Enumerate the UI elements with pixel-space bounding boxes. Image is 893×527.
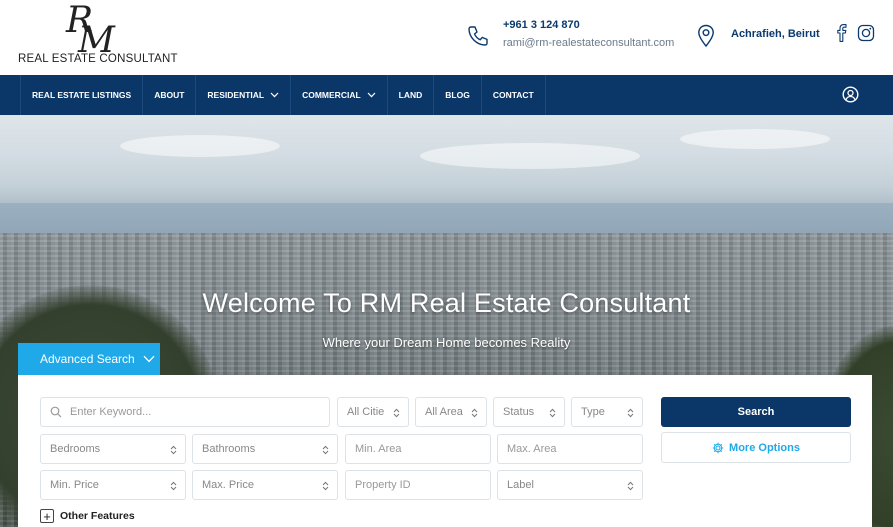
phone-icon (468, 26, 488, 46)
select-arrows-icon (549, 408, 556, 418)
select-arrows-icon (393, 408, 400, 418)
nav-item-label: REAL ESTATE LISTINGS (32, 90, 132, 100)
nav-item-label: LAND (398, 90, 423, 100)
phone-number[interactable]: +961 3 124 870 (503, 19, 580, 31)
search-button[interactable]: Search (661, 397, 851, 427)
plus-icon: + (40, 509, 54, 523)
nav-item-label: ABOUT (154, 90, 185, 100)
advanced-search-tab[interactable]: Advanced Search (18, 343, 160, 375)
max-area-text-input[interactable] (507, 435, 642, 463)
nav-item-land[interactable]: LAND (388, 75, 435, 115)
label-select-value: Label (507, 479, 534, 491)
bathrooms-select-value: Bathrooms (202, 443, 256, 455)
keyword-input[interactable] (40, 397, 330, 427)
more-options-button[interactable]: More Options (661, 432, 851, 463)
keyword-text-input[interactable] (70, 398, 329, 426)
magnifier-icon (50, 406, 62, 418)
nav-item-label: COMMERCIAL (302, 90, 361, 100)
select-arrows-icon (170, 445, 177, 455)
type-select-value: Type (581, 406, 605, 418)
bedrooms-select[interactable]: Bedrooms (40, 434, 186, 464)
max-area-input[interactable] (497, 434, 643, 464)
more-options-label: More Options (729, 441, 800, 454)
select-arrows-icon (627, 481, 634, 491)
select-arrows-icon (170, 481, 177, 491)
nav-item-residential[interactable]: RESIDENTIAL (196, 75, 292, 115)
cities-select-value: All Citie (347, 406, 385, 418)
max-price-select-value: Max. Price (202, 479, 254, 491)
site-logo[interactable]: R M REAL ESTATE CONSULTANT (18, 0, 178, 66)
property-id-input[interactable] (345, 470, 491, 500)
advanced-search-label: Advanced Search (40, 352, 135, 366)
type-select[interactable]: Type (571, 397, 643, 427)
logo-monogram: R M (48, 0, 143, 61)
other-features-label: Other Features (60, 510, 135, 522)
nav-menu: REAL ESTATE LISTINGS ABOUT RESIDENTIAL C… (20, 75, 546, 115)
facebook-icon[interactable] (836, 24, 848, 42)
bedrooms-select-value: Bedrooms (50, 443, 101, 455)
user-circle-icon[interactable] (842, 86, 859, 103)
hero-cloud (680, 129, 830, 149)
nav-item-blog[interactable]: BLOG (434, 75, 482, 115)
gear-icon (712, 442, 724, 453)
hero-cloud (420, 143, 640, 169)
map-pin-icon (698, 24, 714, 48)
other-features-toggle[interactable]: + Other Features (40, 508, 135, 524)
max-price-select[interactable]: Max. Price (192, 470, 338, 500)
site-header: R M REAL ESTATE CONSULTANT +961 3 124 87… (0, 0, 893, 75)
cities-select[interactable]: All Citie (337, 397, 409, 427)
nav-item-label: CONTACT (492, 90, 534, 100)
nav-item-label: BLOG (445, 90, 470, 100)
logo-text: REAL ESTATE CONSULTANT (18, 53, 178, 65)
property-id-text-input[interactable] (355, 471, 490, 499)
nav-item-label: RESIDENTIAL (207, 90, 265, 100)
hero-title: Welcome To RM Real Estate Consultant (202, 288, 691, 318)
nav-item-contact[interactable]: CONTACT (482, 75, 546, 115)
select-arrows-icon (627, 408, 634, 418)
status-select-value: Status (503, 406, 535, 418)
status-select[interactable]: Status (493, 397, 565, 427)
select-arrows-icon (471, 408, 478, 418)
min-price-select[interactable]: Min. Price (40, 470, 186, 500)
chevron-down-icon (367, 92, 376, 98)
search-button-label: Search (737, 406, 775, 418)
main-nav: REAL ESTATE LISTINGS ABOUT RESIDENTIAL C… (0, 75, 893, 115)
chevron-down-icon (143, 355, 155, 363)
hero-cloud (120, 135, 280, 157)
label-select[interactable]: Label (497, 470, 643, 500)
min-area-text-input[interactable] (355, 435, 490, 463)
nav-item-real-estate-listings[interactable]: REAL ESTATE LISTINGS (20, 75, 144, 115)
location-text: Achrafieh, Beirut (731, 28, 820, 40)
min-area-input[interactable] (345, 434, 491, 464)
areas-select-value: All Area (425, 406, 463, 418)
areas-select[interactable]: All Area (415, 397, 487, 427)
min-price-select-value: Min. Price (50, 479, 99, 491)
nav-item-about[interactable]: ABOUT (143, 75, 197, 115)
select-arrows-icon (322, 481, 329, 491)
bathrooms-select[interactable]: Bathrooms (192, 434, 338, 464)
select-arrows-icon (322, 445, 329, 455)
instagram-icon[interactable] (857, 24, 875, 42)
nav-item-commercial[interactable]: COMMERCIAL (291, 75, 388, 115)
email-address[interactable]: rami@rm-realestateconsultant.com (503, 37, 674, 49)
chevron-down-icon (270, 92, 279, 98)
